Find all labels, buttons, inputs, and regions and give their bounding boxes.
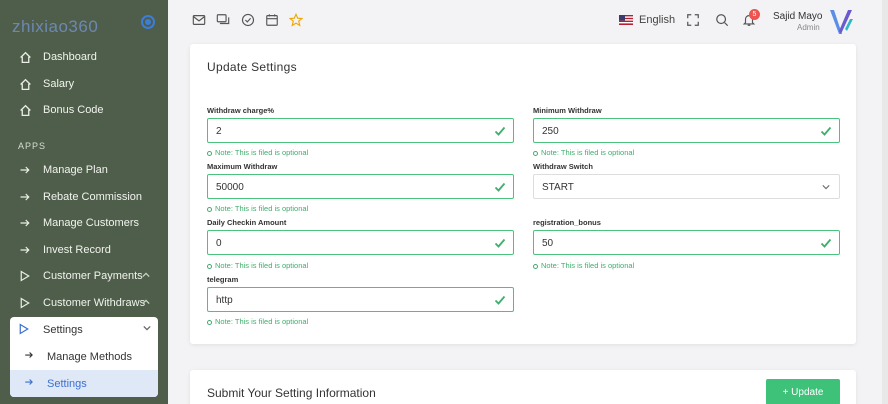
calendar-icon[interactable] <box>265 13 279 27</box>
fullscreen-icon[interactable] <box>686 13 700 27</box>
field-note: Note: This is filed is optional <box>533 148 634 157</box>
chevron-up-icon <box>142 298 150 308</box>
play-icon <box>18 296 32 310</box>
submit-card-title: Submit Your Setting Information <box>207 386 376 400</box>
check-icon <box>494 182 506 192</box>
play-icon <box>18 323 30 338</box>
maximum-withdraw-input[interactable]: 50000 <box>207 174 514 199</box>
withdraw-switch-select[interactable]: START <box>533 174 840 199</box>
chevron-down-icon <box>822 185 830 190</box>
field-value: 0 <box>216 238 222 249</box>
daily-checkin-label: Daily Checkin Amount <box>207 218 287 227</box>
arrow-right-icon <box>18 216 32 230</box>
minimum-withdraw-input[interactable]: 250 <box>533 118 840 143</box>
sidebar-item-rebate-commission[interactable]: Rebate Commission <box>0 184 168 210</box>
arrow-right-icon <box>18 190 32 204</box>
sidebar-item-label: Invest Record <box>43 244 111 256</box>
check-icon <box>494 238 506 248</box>
withdraw-charge-input[interactable]: 2 <box>207 118 514 143</box>
sidebar-subitem-label: Settings <box>47 378 87 390</box>
us-flag-icon[interactable] <box>619 15 633 25</box>
withdraw-charge-label: Withdraw charge% <box>207 106 275 115</box>
registration-bonus-input[interactable]: 50 <box>533 230 840 255</box>
check-icon <box>494 295 506 305</box>
maximum-withdraw-label: Maximum Withdraw <box>207 162 278 171</box>
star-icon[interactable] <box>288 12 304 27</box>
brand-logo[interactable]: zhixiao360 <box>12 17 98 37</box>
sidebar-item-label: Customer Withdraws <box>43 297 146 309</box>
sidebar-toggle-icon[interactable] <box>141 15 155 29</box>
field-note: Note: This is filed is optional <box>533 261 634 270</box>
mail-icon[interactable] <box>192 13 206 27</box>
sidebar-subitem-label: Manage Methods <box>47 351 132 363</box>
registration-bonus-label: registration_bonus <box>533 218 601 227</box>
field-note: Note: This is filed is optional <box>207 204 308 213</box>
chevron-down-icon <box>143 324 151 334</box>
update-settings-card: Update Settings Withdraw charge% 2 Note:… <box>190 44 856 344</box>
sidebar-subitem-settings[interactable]: Settings <box>10 370 158 397</box>
card-title: Update Settings <box>207 60 297 74</box>
sidebar: zhixiao360 Dashboard Salary Bonus Code A… <box>0 0 168 404</box>
home-icon <box>18 77 32 91</box>
notification-badge: 5 <box>749 9 760 20</box>
check-icon <box>820 126 832 136</box>
sidebar-item-dashboard[interactable]: Dashboard <box>0 44 168 70</box>
section-label-apps: APPS <box>18 141 47 151</box>
chat-icon[interactable] <box>216 13 230 27</box>
withdraw-switch-label: Withdraw Switch <box>533 162 593 171</box>
sidebar-item-label: Manage Customers <box>43 217 139 229</box>
field-value: http <box>216 295 233 306</box>
check-icon <box>820 238 832 248</box>
user-name[interactable]: Sajid Mayo <box>773 11 822 22</box>
sidebar-item-settings[interactable]: Settings <box>10 317 158 343</box>
field-note: Note: This is filed is optional <box>207 148 308 157</box>
settings-submenu: Settings Manage Methods Settings <box>10 317 158 397</box>
search-icon[interactable] <box>715 13 729 27</box>
sidebar-item-label: Settings <box>43 324 83 336</box>
submit-card: Submit Your Setting Information + Update <box>190 370 856 404</box>
telegram-label: telegram <box>207 275 239 284</box>
sidebar-item-manage-customers[interactable]: Manage Customers <box>0 210 168 236</box>
sidebar-item-label: Manage Plan <box>43 164 108 176</box>
field-value: 50000 <box>216 182 244 193</box>
check-icon <box>494 126 506 136</box>
user-role: Admin <box>797 23 820 32</box>
field-note: Note: This is filed is optional <box>207 317 308 326</box>
arrow-right-icon <box>24 377 34 390</box>
check-circle-icon[interactable] <box>241 13 255 27</box>
sidebar-item-invest-record[interactable]: Invest Record <box>0 237 168 263</box>
daily-checkin-input[interactable]: 0 <box>207 230 514 255</box>
home-icon <box>18 103 32 117</box>
field-note: Note: This is filed is optional <box>207 261 308 270</box>
page-scrollbar[interactable] <box>882 0 888 404</box>
sidebar-item-customer-withdraws[interactable]: Customer Withdraws <box>0 290 168 316</box>
sidebar-item-salary[interactable]: Salary <box>0 71 168 97</box>
sidebar-item-label: Rebate Commission <box>43 191 143 203</box>
sidebar-item-label: Dashboard <box>43 51 97 63</box>
avatar[interactable] <box>826 7 856 37</box>
chevron-up-icon <box>142 271 150 281</box>
sidebar-item-manage-plan[interactable]: Manage Plan <box>0 157 168 183</box>
field-value: 50 <box>542 238 554 249</box>
field-value: 2 <box>216 126 222 137</box>
update-button[interactable]: + Update <box>766 379 840 404</box>
sidebar-subitem-manage-methods[interactable]: Manage Methods <box>10 343 158 370</box>
home-icon <box>18 50 32 64</box>
minimum-withdraw-label: Minimum Withdraw <box>533 106 602 115</box>
arrow-right-icon <box>24 350 34 363</box>
sidebar-item-label: Customer Payments <box>43 270 143 282</box>
sidebar-item-label: Bonus Code <box>43 104 104 116</box>
field-value: START <box>542 182 574 193</box>
sidebar-item-bonus-code[interactable]: Bonus Code <box>0 97 168 123</box>
telegram-input[interactable]: http <box>207 287 514 312</box>
field-value: 250 <box>542 126 559 137</box>
arrow-right-icon <box>18 243 32 257</box>
sidebar-item-customer-payments[interactable]: Customer Payments <box>0 263 168 289</box>
arrow-right-icon <box>18 163 32 177</box>
language-selector[interactable]: English <box>639 14 675 26</box>
play-icon <box>18 269 32 283</box>
sidebar-item-label: Salary <box>43 78 75 90</box>
